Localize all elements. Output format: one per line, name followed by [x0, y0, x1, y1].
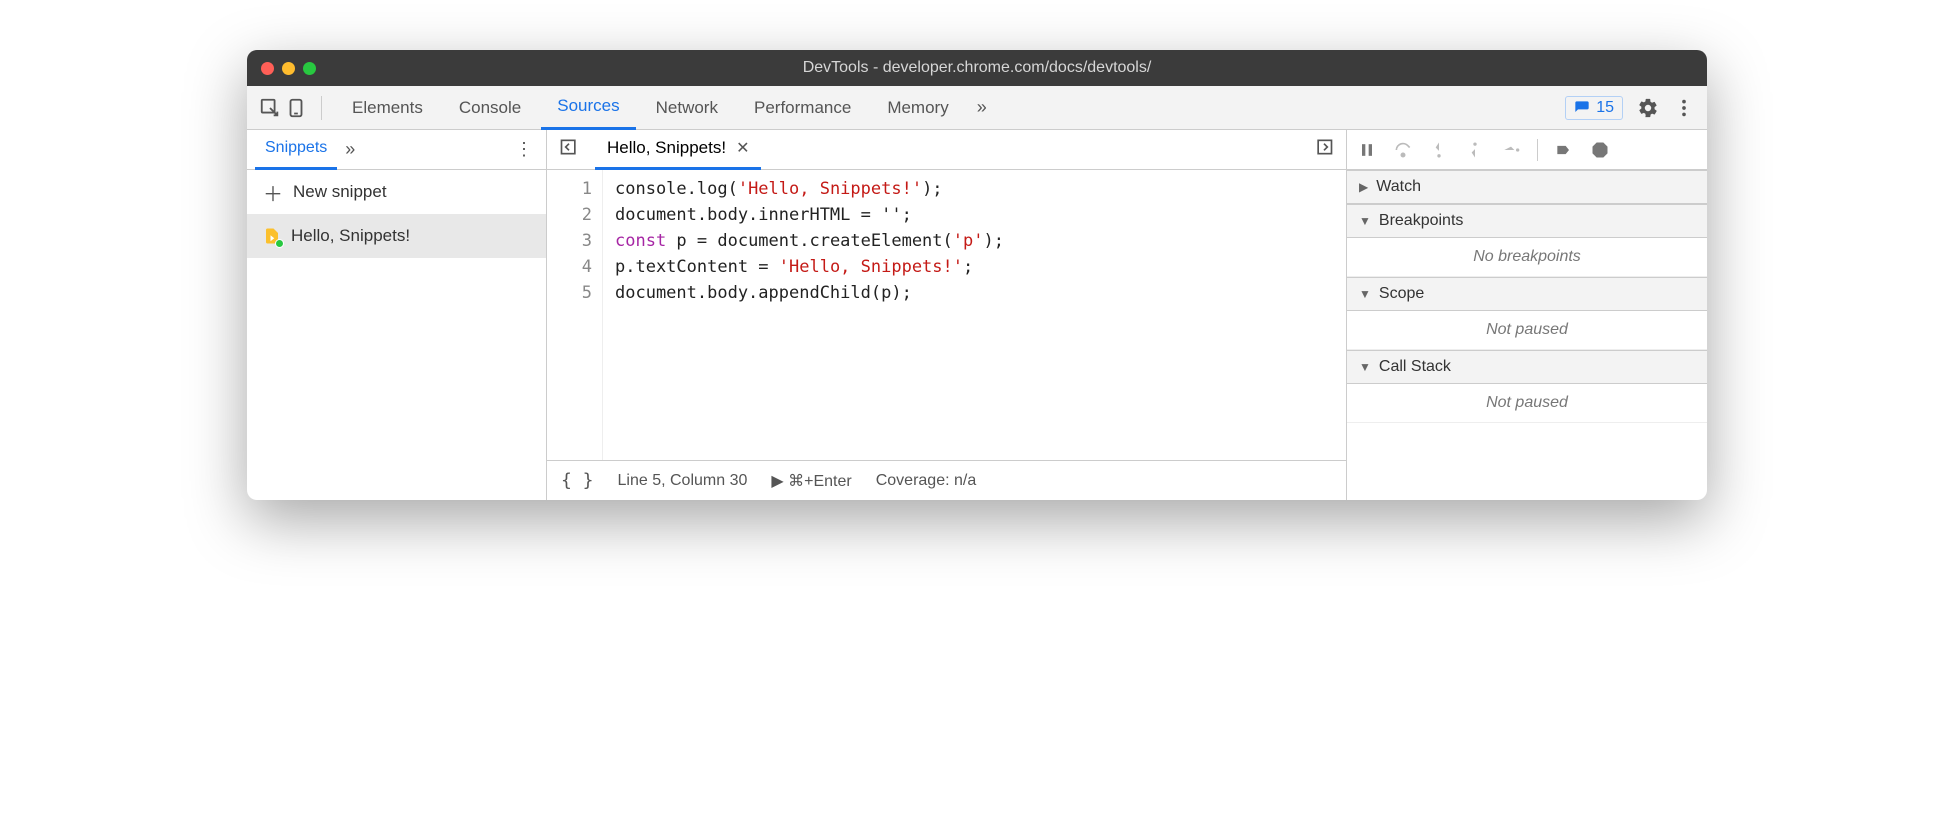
line-number: 5: [547, 280, 592, 306]
navigator-more-chevron-icon[interactable]: »: [337, 139, 363, 160]
callstack-empty: Not paused: [1347, 384, 1707, 423]
code-content: console.log('Hello, Snippets!');document…: [603, 170, 1016, 460]
scope-empty: Not paused: [1347, 311, 1707, 350]
maximize-window-button[interactable]: [303, 62, 316, 75]
debugger-panel: ▶Watch ▼Breakpoints No breakpoints ▼Scop…: [1347, 130, 1707, 500]
history-back-icon[interactable]: [555, 137, 583, 162]
window-title: DevTools - developer.chrome.com/docs/dev…: [803, 59, 1152, 77]
expand-right-icon: ▶: [1359, 180, 1368, 194]
close-tab-icon[interactable]: ✕: [736, 138, 749, 158]
tab-performance[interactable]: Performance: [738, 86, 867, 130]
tab-sources[interactable]: Sources: [541, 86, 635, 130]
line-gutter: 1 2 3 4 5: [547, 170, 603, 460]
editor-file-tab[interactable]: Hello, Snippets! ✕: [595, 130, 761, 170]
snippet-item[interactable]: Hello, Snippets!: [247, 214, 546, 258]
line-number: 1: [547, 176, 592, 202]
breakpoints-section-header[interactable]: ▼Breakpoints: [1347, 204, 1707, 238]
line-number: 2: [547, 202, 592, 228]
debugger-divider: [1537, 139, 1538, 161]
navigator-kebab-icon[interactable]: ⋮: [509, 139, 538, 160]
editor-file-tab-label: Hello, Snippets!: [607, 138, 726, 158]
debugger-toolbar: [1347, 130, 1707, 170]
modified-indicator-icon: [275, 239, 284, 248]
plus-icon: ＋: [263, 178, 283, 207]
code-editor[interactable]: 1 2 3 4 5 console.log('Hello, Snippets!'…: [547, 170, 1346, 460]
callstack-section-header[interactable]: ▼Call Stack: [1347, 350, 1707, 384]
editor-statusbar: { } Line 5, Column 30 ▶ ⌘+Enter Coverage…: [547, 460, 1346, 500]
inspect-element-icon[interactable]: [259, 97, 281, 119]
navigator-tabs: Snippets » ⋮: [247, 130, 546, 170]
tab-elements[interactable]: Elements: [336, 86, 439, 130]
main-toolbar: Elements Console Sources Network Perform…: [247, 86, 1707, 130]
editor-tabstrip: Hello, Snippets! ✕: [547, 130, 1346, 170]
scope-section-header[interactable]: ▼Scope: [1347, 277, 1707, 311]
tab-memory[interactable]: Memory: [871, 86, 964, 130]
settings-gear-icon[interactable]: [1637, 97, 1659, 119]
expand-down-icon: ▼: [1359, 214, 1371, 228]
navigator-tab-snippets[interactable]: Snippets: [255, 130, 337, 170]
editor-panel: Hello, Snippets! ✕ 1 2 3 4 5 console.log…: [547, 130, 1347, 500]
history-forward-icon[interactable]: [1310, 137, 1338, 162]
toolbar-divider: [321, 96, 322, 120]
new-snippet-button[interactable]: ＋ New snippet: [247, 170, 546, 214]
snippet-file-icon: [263, 227, 281, 245]
more-tabs-chevron-icon[interactable]: »: [969, 97, 995, 118]
tab-console[interactable]: Console: [443, 86, 537, 130]
tab-network[interactable]: Network: [640, 86, 734, 130]
step-out-icon[interactable]: [1465, 140, 1485, 160]
issues-button[interactable]: 15: [1565, 96, 1623, 120]
line-number: 3: [547, 228, 592, 254]
snippet-item-label: Hello, Snippets!: [291, 226, 410, 246]
breakpoints-empty: No breakpoints: [1347, 238, 1707, 277]
pretty-print-icon[interactable]: { }: [561, 470, 594, 491]
expand-down-icon: ▼: [1359, 360, 1371, 374]
step-over-icon[interactable]: [1393, 140, 1413, 160]
issues-icon: [1574, 100, 1590, 116]
sources-body: Snippets » ⋮ ＋ New snippet Hello, Snippe…: [247, 130, 1707, 500]
watch-section-header[interactable]: ▶Watch: [1347, 170, 1707, 204]
step-icon[interactable]: [1501, 140, 1521, 160]
run-snippet-button[interactable]: ▶ ⌘+Enter: [771, 471, 851, 491]
coverage-status: Coverage: n/a: [876, 472, 977, 490]
navigator-panel: Snippets » ⋮ ＋ New snippet Hello, Snippe…: [247, 130, 547, 500]
device-toggle-icon[interactable]: [285, 97, 307, 119]
cursor-position: Line 5, Column 30: [618, 472, 748, 490]
expand-down-icon: ▼: [1359, 287, 1371, 301]
close-window-button[interactable]: [261, 62, 274, 75]
deactivate-breakpoints-icon[interactable]: [1554, 140, 1574, 160]
pause-on-exceptions-icon[interactable]: [1590, 140, 1610, 160]
issues-count: 15: [1596, 99, 1614, 117]
minimize-window-button[interactable]: [282, 62, 295, 75]
pause-icon[interactable]: [1357, 140, 1377, 160]
new-snippet-label: New snippet: [293, 182, 387, 202]
line-number: 4: [547, 254, 592, 280]
step-into-icon[interactable]: [1429, 140, 1449, 160]
window-titlebar: DevTools - developer.chrome.com/docs/dev…: [247, 50, 1707, 86]
traffic-lights: [261, 62, 316, 75]
kebab-menu-icon[interactable]: [1673, 97, 1695, 119]
devtools-window: DevTools - developer.chrome.com/docs/dev…: [247, 50, 1707, 500]
